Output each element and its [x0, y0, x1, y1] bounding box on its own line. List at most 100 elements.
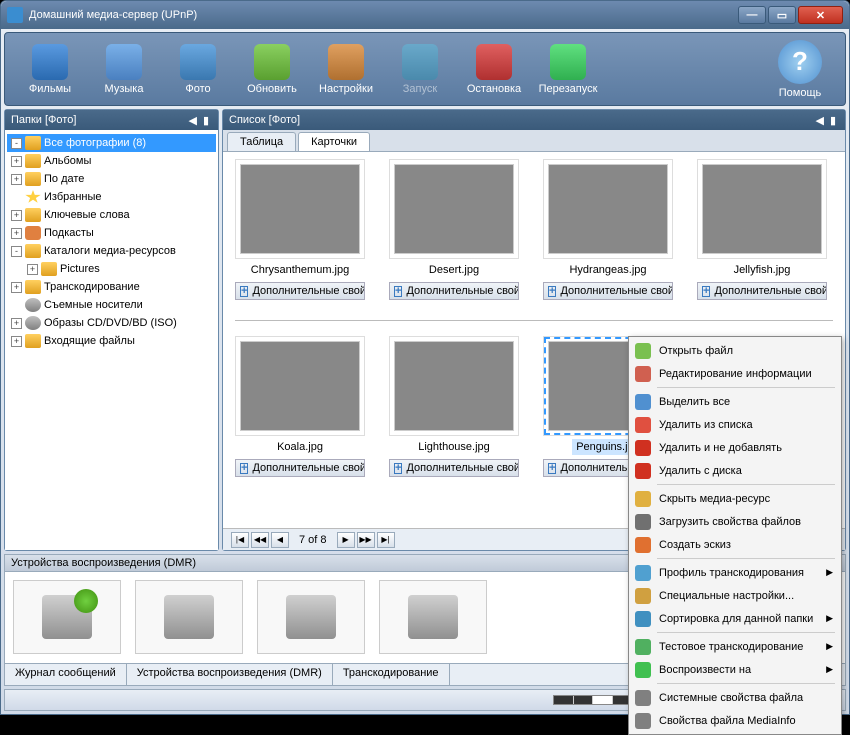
thumbnail[interactable]: Koala.jpg+Дополнительные свойства	[235, 341, 365, 477]
thumbnail[interactable]: Lighthouse.jpg+Дополнительные свойства	[389, 341, 519, 477]
tab-log[interactable]: Журнал сообщений	[5, 664, 127, 685]
expand-icon[interactable]: -	[11, 138, 22, 149]
pin-icon[interactable]: ▮	[827, 114, 839, 127]
tree-item[interactable]: +Pictures	[7, 260, 216, 278]
restart-button[interactable]: Перезапуск	[531, 37, 605, 101]
expand-icon[interactable]: +	[11, 336, 22, 347]
page-next-button[interactable]: ▶	[337, 532, 355, 548]
page-prevset-button[interactable]: ◀◀	[251, 532, 269, 548]
menu-item[interactable]: Удалить из списка	[631, 413, 839, 436]
close-button[interactable]: ✕	[798, 6, 843, 24]
tab-table[interactable]: Таблица	[227, 132, 296, 151]
tree-item[interactable]: + Образы CD/DVD/BD (ISO)	[7, 314, 216, 332]
device-item[interactable]	[135, 580, 243, 654]
menu-item[interactable]: Скрыть медиа-ресурс	[631, 487, 839, 510]
tree-item[interactable]: -Каталоги медиа-ресурсов	[7, 242, 216, 260]
refresh-button[interactable]: Обновить	[235, 37, 309, 101]
menu-item[interactable]: Открыть файл	[631, 339, 839, 362]
stop-button[interactable]: Остановка	[457, 37, 531, 101]
expand-icon[interactable]: +	[11, 156, 22, 167]
menu-item[interactable]: Выделить все	[631, 390, 839, 413]
tree-item-label: Входящие файлы	[44, 335, 135, 347]
expand-icon[interactable]: +	[11, 318, 22, 329]
menu-item[interactable]: Воспроизвести на▶	[631, 658, 839, 681]
tree-item-label: Образы CD/DVD/BD (ISO)	[44, 317, 177, 329]
tree-item-label: Избранные	[44, 191, 102, 203]
tree-item[interactable]: +Альбомы	[7, 152, 216, 170]
extra-props-button[interactable]: +Дополнительные свойства	[235, 459, 365, 477]
tab-dmr[interactable]: Устройства воспроизведения (DMR)	[127, 664, 333, 685]
menu-item[interactable]: Создать эскиз	[631, 533, 839, 556]
page-prev-button[interactable]: ◀	[271, 532, 289, 548]
tree-item[interactable]: +Ключевые слова	[7, 206, 216, 224]
plus-icon: +	[394, 463, 402, 474]
collapse-left-icon[interactable]: ◀	[185, 114, 199, 127]
tab-transcode[interactable]: Транскодирование	[333, 664, 450, 685]
thumbnail[interactable]: Jellyfish.jpg +Дополнительные свойства	[697, 164, 827, 300]
settings-button[interactable]: Настройки	[309, 37, 383, 101]
extra-props-button[interactable]: +Дополнительные свойства	[389, 282, 519, 300]
page-first-button[interactable]: |◀	[231, 532, 249, 548]
expand-icon[interactable]: +	[27, 264, 38, 275]
thumbnail-caption: Hydrangeas.jpg	[565, 262, 650, 278]
expand-icon[interactable]: +	[11, 174, 22, 185]
menu-item[interactable]: Удалить и не добавлять	[631, 436, 839, 459]
expand-icon[interactable]: +	[11, 228, 22, 239]
menu-item[interactable]: Тестовое транскодирование▶	[631, 635, 839, 658]
menu-item[interactable]: Удалить с диска	[631, 459, 839, 482]
menu-item-label: Удалить с диска	[659, 465, 742, 477]
folder-tree[interactable]: -Все фотографии (8)+Альбомы+По дате Избра…	[5, 130, 218, 550]
extra-props-button[interactable]: +Дополнительные свойства	[697, 282, 827, 300]
menu-item[interactable]: Профиль транскодирования▶	[631, 561, 839, 584]
extra-props-button[interactable]: +Дополнительные свойства	[543, 282, 673, 300]
expand-icon[interactable]: +	[11, 210, 22, 221]
device-item[interactable]	[257, 580, 365, 654]
pin-icon[interactable]: ▮	[200, 114, 212, 127]
page-nextset-button[interactable]: ▶▶	[357, 532, 375, 548]
menu-item[interactable]: Редактирование информации	[631, 362, 839, 385]
tree-item[interactable]: +Подкасты	[7, 224, 216, 242]
expand-icon[interactable]: +	[11, 282, 22, 293]
menu-item[interactable]: Сортировка для данной папки▶	[631, 607, 839, 630]
music-button[interactable]: Музыка	[87, 37, 161, 101]
thumbnail[interactable]: Hydrangeas.jpg +Дополнительные свойства	[543, 164, 673, 300]
tree-item[interactable]: +Транскодирование	[7, 278, 216, 296]
tree-item[interactable]: Съемные носители	[7, 296, 216, 314]
menu-item-label: Открыть файл	[659, 345, 733, 357]
thumbnail-image	[702, 164, 822, 254]
maximize-button[interactable]: ▭	[768, 6, 796, 24]
menu-item[interactable]: Специальные настройки...	[631, 584, 839, 607]
tab-cards[interactable]: Карточки	[298, 132, 370, 151]
tree-item[interactable]: + Входящие файлы	[7, 332, 216, 350]
photo-button[interactable]: Фото	[161, 37, 235, 101]
tree-item[interactable]: Избранные	[7, 188, 216, 206]
thumbnail[interactable]: Desert.jpg+Дополнительные свойства	[389, 164, 519, 300]
menu-item-icon	[635, 394, 651, 410]
menu-item[interactable]: Системные свойства файла	[631, 686, 839, 709]
page-last-button[interactable]: ▶|	[377, 532, 395, 548]
minimize-button[interactable]: —	[738, 6, 766, 24]
extra-props-button[interactable]: +Дополнительные свойства	[389, 459, 519, 477]
extra-props-button[interactable]: +Дополнительные свойства	[235, 282, 365, 300]
titlebar[interactable]: Домашний медиа-сервер (UPnP) — ▭ ✕	[1, 1, 849, 29]
device-item[interactable]	[379, 580, 487, 654]
thumbnail-caption: Jellyfish.jpg	[730, 262, 795, 278]
device-item[interactable]	[13, 580, 121, 654]
tree-item[interactable]: +По дате	[7, 170, 216, 188]
context-menu[interactable]: Открыть файл Редактирование информации Выд…	[628, 336, 842, 735]
refresh-icon	[254, 44, 290, 80]
plus-icon: +	[394, 286, 402, 297]
plus-icon: +	[548, 463, 556, 474]
help-button[interactable]: ?Помощь	[763, 37, 837, 101]
submenu-arrow-icon: ▶	[826, 641, 833, 652]
tree-item[interactable]: -Все фотографии (8)	[7, 134, 216, 152]
films-button[interactable]: Фильмы	[13, 37, 87, 101]
menu-item-icon	[635, 588, 651, 604]
menu-item[interactable]: Свойства файла MediaInfo	[631, 709, 839, 732]
collapse-left-icon[interactable]: ◀	[812, 114, 826, 127]
expand-icon[interactable]: -	[11, 246, 22, 257]
menu-item[interactable]: Загрузить свойства файлов	[631, 510, 839, 533]
menu-item-icon	[635, 639, 651, 655]
thumbnail[interactable]: Chrysanthemum.jpg+Дополнительные свойств…	[235, 164, 365, 300]
start-icon	[402, 44, 438, 80]
